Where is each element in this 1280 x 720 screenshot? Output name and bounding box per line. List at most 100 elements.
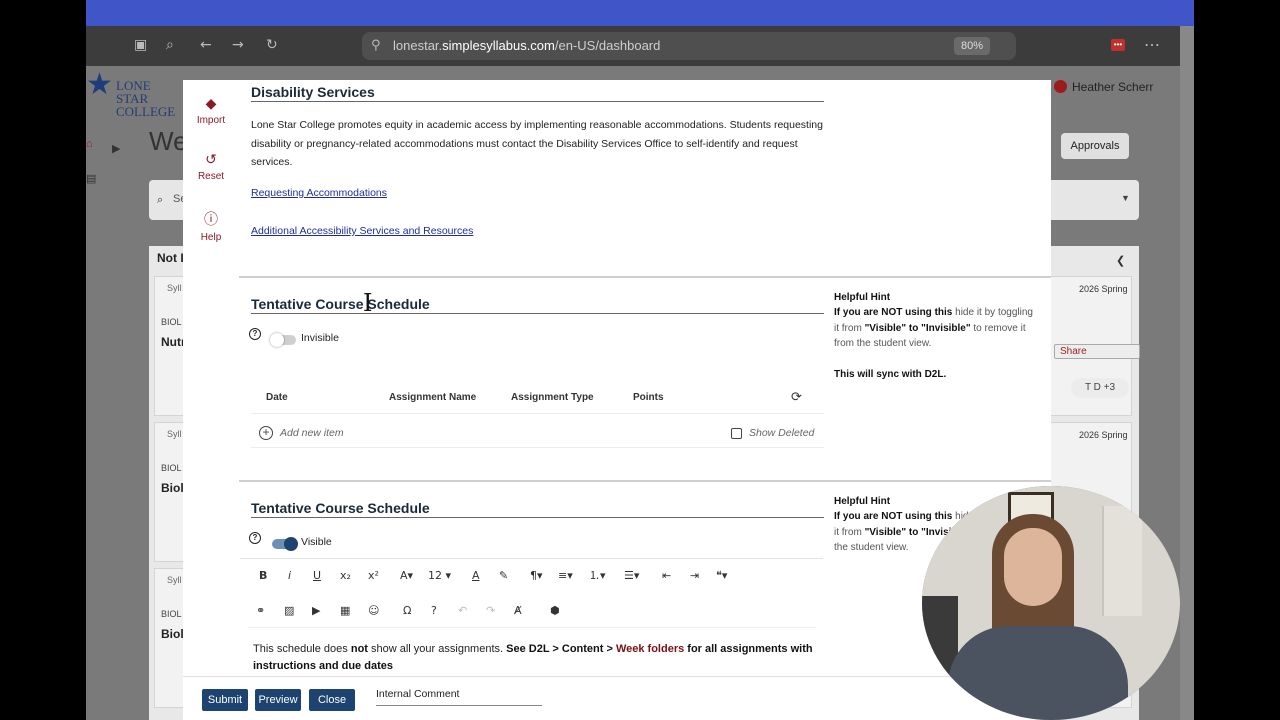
underline-icon[interactable]: U: [313, 568, 321, 584]
table-icon[interactable]: ▦: [340, 603, 350, 619]
quote-icon[interactable]: ❝▾: [716, 568, 727, 584]
rich-text-toolbar: B i U x₂ x² A▾ 12 ▾ A ✎ ¶▾ ≡▾ ⒈▾ ☰▾ ⇤ ⇥ …: [240, 558, 823, 630]
visibility-toggle[interactable]: [270, 333, 296, 347]
browser-toolbar: ▣ ⌕ ← → ↻ ⚲ lonestar.simplesyllabus.com/…: [86, 26, 1180, 66]
webcam-presenter-face: [1004, 528, 1062, 606]
visibility-label: Visible: [301, 536, 332, 548]
zoom-level-badge[interactable]: 80%: [954, 37, 990, 55]
subscript-icon[interactable]: x₂: [340, 568, 351, 584]
card-tag: Syll: [167, 283, 182, 293]
unordered-list-icon[interactable]: ☰▾: [624, 568, 639, 584]
back-icon[interactable]: ←: [200, 37, 212, 53]
font-family-icon[interactable]: A▾: [400, 568, 413, 584]
library-icon[interactable]: ▤: [86, 172, 96, 185]
import-button[interactable]: ◆ Import: [183, 96, 239, 126]
webcam-presenter-body: [948, 626, 1128, 720]
reset-button[interactable]: ↺ Reset: [183, 152, 239, 182]
reload-icon[interactable]: ↻: [266, 37, 278, 53]
redo-icon[interactable]: ↷: [486, 603, 495, 619]
visibility-toggle[interactable]: [272, 537, 298, 551]
collapse-chevron-icon[interactable]: ❮: [1116, 254, 1125, 267]
card-tag: Syll: [167, 575, 182, 585]
card-title: Nutr: [161, 335, 186, 349]
ordered-list-icon[interactable]: ⒈▾: [589, 568, 606, 584]
forward-icon[interactable]: →: [232, 37, 244, 53]
show-deleted-checkbox[interactable]: [731, 428, 742, 439]
add-item-icon[interactable]: +: [259, 426, 273, 440]
card-course: BIOL: [161, 463, 182, 473]
requesting-accommodations-link[interactable]: Requesting Accommodations: [251, 187, 387, 199]
tab-search-icon[interactable]: ⌕: [166, 37, 174, 53]
table-row-rule: [251, 447, 824, 448]
submit-button[interactable]: Submit: [202, 689, 248, 711]
title-rule: [251, 101, 824, 102]
indent-icon[interactable]: ⇥: [690, 568, 699, 584]
undo-icon[interactable]: ↶: [458, 603, 467, 619]
internal-comment-input[interactable]: Internal Comment: [376, 688, 459, 700]
emoji-icon[interactable]: ☺: [368, 603, 379, 619]
more-menu-icon[interactable]: ⋯: [1144, 35, 1160, 55]
plugin-icon[interactable]: ⬢: [550, 603, 560, 619]
table-header-rule: [251, 413, 824, 414]
clear-formatting-icon[interactable]: Ⱥ: [514, 603, 522, 619]
visibility-label: Invisible: [301, 332, 339, 344]
section-title: Tentative Course Schedule: [251, 500, 430, 516]
font-size-select[interactable]: 12 ▾: [428, 568, 451, 584]
sync-icon[interactable]: ⟳: [791, 390, 802, 405]
editor-text[interactable]: This schedule does not show all your ass…: [253, 641, 813, 675]
title-rule: [251, 313, 824, 314]
expand-nav-icon[interactable]: ▶: [112, 142, 120, 155]
url-text: lonestar.simplesyllabus.com/en-US/dashbo…: [393, 38, 661, 53]
import-label: Import: [196, 115, 226, 126]
avatar: [1054, 80, 1067, 93]
term-label: 2026 Spring: [1079, 430, 1128, 440]
paragraph-format-icon[interactable]: ¶▾: [530, 568, 543, 584]
preview-button[interactable]: Preview: [255, 689, 301, 711]
link-icon[interactable]: ⚭: [256, 603, 265, 619]
text-color-icon[interactable]: A: [472, 568, 480, 584]
question-icon[interactable]: ?: [249, 328, 261, 340]
title-rule: [251, 517, 824, 518]
outdent-icon[interactable]: ⇤: [662, 568, 671, 584]
help-button[interactable]: ⓘ Help: [183, 209, 239, 243]
accessibility-resources-link[interactable]: Additional Accessibility Services and Re…: [251, 225, 473, 237]
window-top-band: [86, 0, 1194, 26]
helpful-hint-title: Helpful Hint: [834, 292, 891, 303]
italic-icon[interactable]: i: [288, 568, 291, 584]
search-icon: ⌕: [157, 193, 164, 206]
collaborator-avatars: T D +3: [1071, 378, 1129, 398]
share-button[interactable]: Share: [1054, 344, 1140, 359]
superscript-icon[interactable]: x²: [368, 568, 379, 584]
address-bar[interactable]: ⚲ lonestar.simplesyllabus.com/en-US/dash…: [362, 32, 1016, 60]
chevron-down-icon: ▼: [1121, 193, 1130, 203]
card-course: BIOL: [161, 609, 182, 619]
site-info-icon[interactable]: ⚲: [371, 38, 381, 53]
help-question-icon[interactable]: ?: [431, 603, 437, 619]
welcome-heading: We: [149, 126, 188, 156]
approvals-tab[interactable]: Approvals: [1061, 133, 1129, 159]
helpful-hint-text: If you are NOT using this hide it by tog…: [834, 307, 1033, 349]
column-header-assignment-name: Assignment Name: [389, 392, 477, 403]
extension-icon[interactable]: •••: [1111, 39, 1125, 51]
special-characters-icon[interactable]: Ω: [403, 603, 411, 619]
sidebar-toggle-icon[interactable]: ▣: [134, 37, 147, 53]
history-icon: ↺: [205, 152, 217, 168]
video-icon[interactable]: ▶: [312, 603, 320, 619]
sync-note: This will sync with D2L.: [834, 369, 947, 380]
question-icon[interactable]: ?: [249, 532, 261, 544]
section-title: Disability Services: [251, 84, 375, 100]
add-new-item[interactable]: Add new item: [280, 427, 344, 439]
image-icon[interactable]: ▨: [284, 603, 294, 619]
column-header-points: Points: [633, 392, 664, 403]
home-icon[interactable]: ⌂: [86, 138, 93, 150]
show-deleted-label: Show Deleted: [749, 427, 815, 439]
card-tag: Syll: [167, 429, 182, 439]
panel-title: Not I: [157, 251, 184, 265]
bold-icon[interactable]: B: [259, 568, 267, 584]
lone-star-logo: ★ LONE STAR COLLEGE: [86, 67, 176, 119]
user-menu[interactable]: Heather Scherr: [1054, 80, 1153, 94]
highlight-icon[interactable]: ✎: [499, 568, 508, 584]
align-icon[interactable]: ≡▾: [558, 568, 573, 584]
section-title: Tentative Course Schedule: [251, 296, 430, 312]
close-button[interactable]: Close: [309, 689, 355, 711]
